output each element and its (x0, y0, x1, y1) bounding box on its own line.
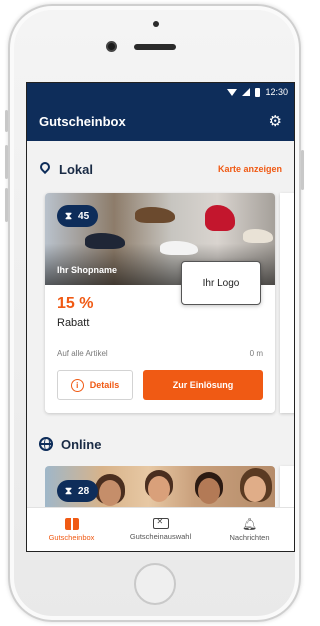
hourglass-icon: ⧗ (65, 485, 73, 497)
timer-count: 45 (78, 210, 90, 222)
nav-item-gutscheinbox[interactable]: Gutscheinbox (27, 508, 116, 551)
nav-label: Nachrichten (229, 532, 270, 542)
online-section-header: Online (27, 426, 294, 462)
proximity-sensor (153, 21, 159, 27)
person-image (244, 476, 266, 502)
show-map-link[interactable]: Karte anzeigen (218, 164, 282, 174)
wifi-icon (227, 88, 238, 96)
bell-icon: 🔔︎ (241, 516, 258, 531)
online-section-title: Online (61, 436, 102, 452)
local-section-title: Lokal (59, 161, 93, 177)
online-section-title-group: Online (39, 437, 101, 452)
main-content: Lokal Karte anzeigen ⧗ 45 Ihr Shopname I… (27, 141, 294, 531)
info-icon: i (70, 378, 84, 392)
volume-button (5, 145, 8, 179)
shop-logo: Ihr Logo (181, 261, 261, 305)
shop-name: Ihr Shopname (57, 265, 118, 275)
details-button[interactable]: i Details (57, 370, 133, 400)
timer-badge: ⧗ 45 (57, 205, 99, 227)
location-pin-icon (39, 162, 51, 176)
app-bar: Gutscheinbox ⚙ (27, 101, 294, 141)
shoe-image (135, 207, 175, 223)
card-actions: i Details Zur Einlösung (57, 370, 263, 400)
details-label: Details (89, 380, 120, 390)
nav-label: Gutscheinbox (48, 532, 95, 542)
shoe-image (160, 241, 198, 255)
shoe-image (205, 205, 235, 231)
timer-badge: ⧗ 28 (57, 480, 99, 502)
ticket-icon (152, 517, 169, 529)
nav-label: Gutscheinauswahl (129, 532, 192, 541)
discount-label: Rabatt (57, 317, 90, 329)
front-camera (106, 41, 117, 52)
local-section-title-group: Lokal (39, 162, 93, 177)
status-time: 12:30 (265, 87, 288, 97)
timer-count: 28 (78, 485, 90, 497)
shoe-image (243, 229, 273, 243)
globe-icon (39, 437, 53, 451)
volume-button (5, 110, 8, 132)
person-image (99, 480, 121, 506)
next-card-peek[interactable] (280, 193, 294, 413)
shoe-image (85, 233, 125, 249)
local-voucher-card[interactable]: ⧗ 45 Ihr Shopname Ihr Logo 15 % Rabatt A… (45, 193, 275, 413)
nav-item-nachrichten[interactable]: 🔔︎ Nachrichten (205, 508, 294, 551)
local-section-header: Lokal Karte anzeigen (27, 151, 294, 187)
power-button (301, 150, 304, 190)
nav-item-gutscheinauswahl[interactable]: Gutscheinauswahl (116, 508, 205, 551)
person-image (148, 476, 170, 502)
bottom-navigation: Gutscheinbox Gutscheinauswahl 🔔︎ Nachric… (27, 507, 294, 551)
gear-icon[interactable]: ⚙ (269, 114, 282, 129)
discount-scope: Auf alle Artikel (57, 349, 108, 358)
signal-icon (242, 88, 251, 96)
volume-button (5, 188, 8, 222)
gift-icon (64, 517, 79, 530)
page-title: Gutscheinbox (39, 113, 126, 129)
hourglass-icon: ⧗ (65, 210, 73, 222)
home-button[interactable] (134, 563, 176, 605)
battery-icon (255, 87, 261, 97)
person-image (198, 478, 220, 504)
distance: 0 m (249, 349, 263, 358)
earpiece-speaker (134, 44, 176, 50)
app-screen: 12:30 Gutscheinbox ⚙ Lokal Karte anzeige… (26, 82, 295, 552)
status-bar: 12:30 (27, 83, 294, 101)
redeem-button[interactable]: Zur Einlösung (143, 370, 263, 400)
card-meta: Auf alle Artikel 0 m (57, 349, 263, 358)
